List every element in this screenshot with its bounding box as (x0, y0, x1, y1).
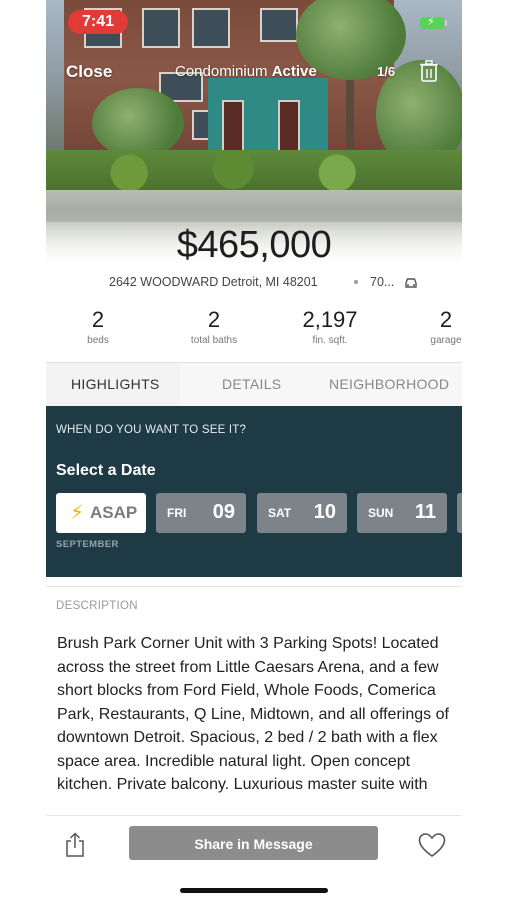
stat-label: fin. sqft. (312, 335, 348, 346)
stat-garage: 2 garage (401, 306, 462, 348)
date-option[interactable]: SAT 10 (257, 493, 347, 533)
share-icon[interactable] (64, 832, 86, 858)
date-day: 09 (212, 501, 235, 523)
photo-counter: 1/6 (377, 64, 396, 79)
stat-value: 2,197 (302, 307, 358, 332)
status-time: 7:41 (68, 10, 128, 34)
description-text: Brush Park Corner Unit with 3 Parking Sp… (57, 635, 449, 793)
scheduler-heading: Select a Date (56, 462, 156, 479)
tab-highlights[interactable]: HIGHLIGHTS (46, 363, 180, 407)
separator-dot (354, 280, 358, 284)
listing-type-title: Condominium Active (175, 63, 317, 80)
stat-label: total baths (190, 335, 238, 346)
car-icon[interactable] (404, 277, 418, 289)
listing-status: Active (271, 63, 317, 80)
home-indicator[interactable] (180, 888, 328, 893)
asap-button[interactable]: ⚡ ASAP (56, 493, 146, 533)
asap-label: ASAP (90, 503, 138, 522)
property-type: Condominium (175, 63, 268, 80)
heart-icon[interactable] (418, 832, 446, 858)
date-option[interactable]: FRI 09 (156, 493, 246, 533)
stat-label: beds (87, 335, 109, 346)
trash-icon[interactable] (419, 60, 439, 82)
detail-tabs: HIGHLIGHTS DETAILS NEIGHBORHOOD (46, 362, 462, 407)
date-option[interactable]: SUN 11 (357, 493, 447, 533)
listing-stats: 2 beds 2 total baths 2,197 fin. sqft. 2 … (46, 306, 462, 350)
close-button[interactable]: Close (66, 62, 112, 82)
stat-value: 2 (91, 307, 105, 332)
divider (46, 586, 462, 587)
tab-neighborhood[interactable]: NEIGHBORHOOD (329, 363, 449, 407)
photo-topbar: Close Condominium Active 1/6 (46, 58, 462, 86)
stat-value: 2 (207, 307, 221, 332)
date-day: 11 (414, 501, 436, 523)
tour-scheduler: WHEN DO YOU WANT TO SEE IT? Select a Dat… (46, 406, 462, 577)
share-in-message-button[interactable]: Share in Message (129, 826, 378, 860)
stat-baths: 2 total baths (169, 306, 259, 348)
lightning-icon: ⚡ (70, 502, 85, 524)
listing-screen: 7:41 ⚡ Close Condominium Active 1/6 $465… (46, 0, 462, 900)
date-dow: SAT (268, 506, 292, 520)
description-heading: DESCRIPTION (56, 600, 138, 612)
photo-porch (208, 78, 328, 156)
bottom-action-bar: Share in Message (46, 815, 462, 900)
stat-beds: 2 beds (53, 306, 143, 348)
address-row: 2642 WOODWARD Detroit, MI 48201 70... (46, 275, 462, 293)
stat-sqft: 2,197 fin. sqft. (285, 306, 375, 348)
month-label: SEPTEMBER (56, 539, 119, 550)
tab-details[interactable]: DETAILS (222, 363, 281, 407)
battery-icon: ⚡ (420, 16, 447, 29)
date-option-partial[interactable] (457, 493, 462, 533)
stat-value: 2 (439, 307, 453, 332)
date-day: 10 (313, 501, 336, 523)
commute-time[interactable]: 70... (370, 275, 394, 289)
scheduler-question: WHEN DO YOU WANT TO SEE IT? (56, 424, 247, 436)
date-dow: FRI (167, 506, 187, 520)
date-dow: SUN (368, 506, 394, 520)
listing-price: $465,000 (176, 224, 332, 266)
stat-label: garage (430, 335, 462, 346)
listing-address: 2642 WOODWARD Detroit, MI 48201 (109, 275, 318, 289)
